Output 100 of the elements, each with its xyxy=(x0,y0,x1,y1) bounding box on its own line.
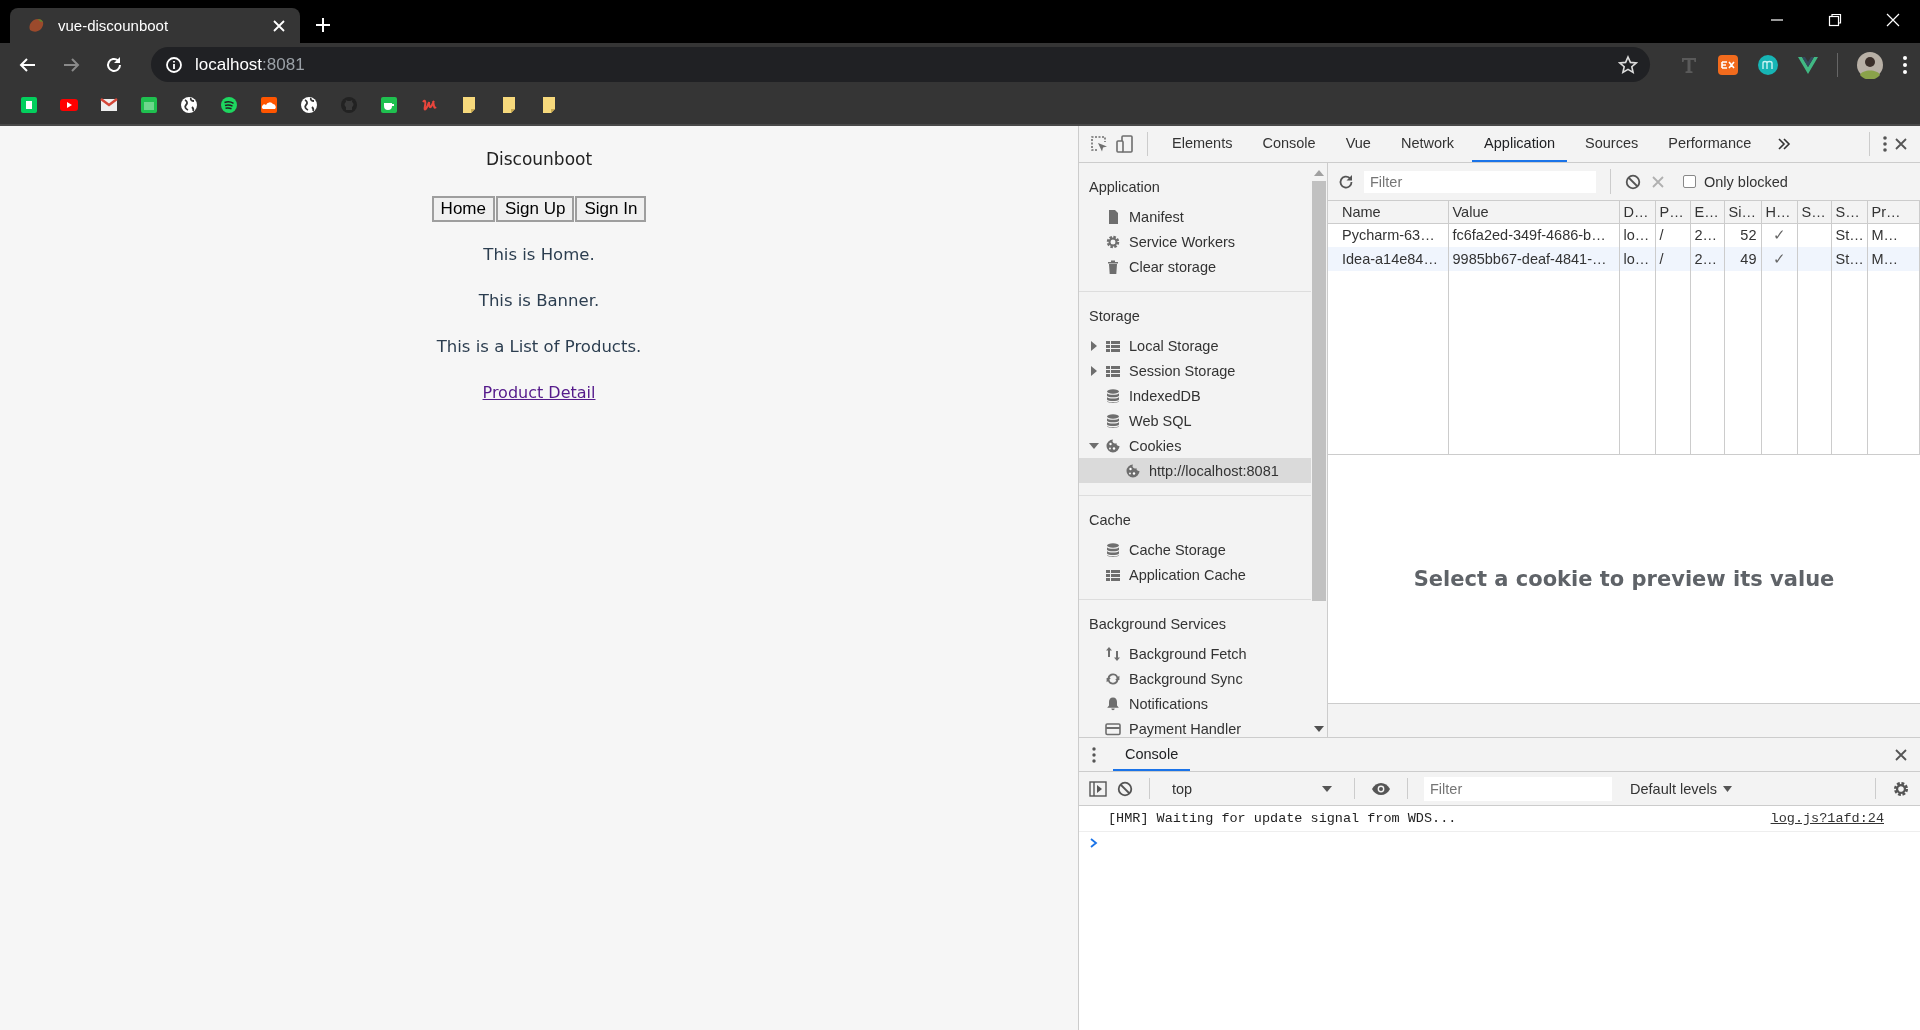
avatar-icon[interactable] xyxy=(1856,50,1884,79)
paragraph: This is Home. xyxy=(483,244,595,266)
more-options-icon[interactable] xyxy=(1091,745,1097,764)
table-cell: lo… xyxy=(1619,247,1655,271)
more-tabs-icon[interactable] xyxy=(1777,137,1792,151)
expand-arrow-icon[interactable] xyxy=(1089,340,1099,351)
devtools-tab[interactable]: Elements xyxy=(1160,126,1245,162)
sidebar-item[interactable]: http://localhost:8081 xyxy=(1079,458,1311,483)
restore-icon[interactable] xyxy=(1828,12,1842,27)
column-header[interactable]: S… xyxy=(1831,201,1867,223)
expand-arrow-icon[interactable] xyxy=(1089,365,1099,376)
paragraph: This is a List of Products. xyxy=(436,336,642,358)
sidebar-item[interactable]: Session Storage xyxy=(1079,358,1311,383)
sidebar-item[interactable]: IndexedDB xyxy=(1079,383,1311,408)
note-icon[interactable] xyxy=(500,96,518,114)
table-cell: 9985bb67-deaf-4841-… xyxy=(1448,247,1619,271)
gear-icon xyxy=(1105,233,1121,250)
sidebar-item[interactable]: Background Fetch xyxy=(1079,641,1311,666)
column-header[interactable]: P… xyxy=(1655,201,1690,223)
sidebar-item[interactable]: Service Workers xyxy=(1079,229,1311,254)
scroll-down-icon[interactable] xyxy=(1314,725,1324,733)
section-heading: Application xyxy=(1088,178,1161,197)
checkbox-label[interactable]: Only blocked xyxy=(1683,173,1788,190)
clear-console-icon[interactable] xyxy=(1117,780,1133,797)
link[interactable]: Product Detail xyxy=(482,383,596,402)
section-heading: Background Services xyxy=(1088,615,1227,634)
filter-field[interactable]: Filter xyxy=(1364,170,1596,193)
extension-badge-icon[interactable] xyxy=(1717,53,1739,76)
sidebar-item[interactable]: Payment Handler xyxy=(1079,716,1311,737)
nav-button[interactable]: Sign In xyxy=(575,196,647,222)
note-icon[interactable] xyxy=(460,96,478,114)
menu-icon[interactable] xyxy=(1902,54,1908,75)
sidebar-item[interactable]: Cookies xyxy=(1079,433,1311,458)
column-header[interactable]: H… xyxy=(1761,201,1797,223)
more-options-icon[interactable] xyxy=(1882,134,1888,154)
context-dropdown[interactable]: top xyxy=(1166,780,1338,797)
nav-button[interactable]: Sign Up xyxy=(495,196,575,222)
cloud-icon[interactable] xyxy=(260,96,278,114)
app-square-icon[interactable] xyxy=(20,96,38,114)
close-icon[interactable] xyxy=(1894,137,1908,151)
devtools-tab[interactable]: Performance xyxy=(1656,126,1764,162)
info-icon xyxy=(165,55,183,74)
table-cell: M… xyxy=(1867,247,1920,271)
cup-icon[interactable] xyxy=(380,96,398,114)
sidebar-toggle-icon[interactable] xyxy=(1089,780,1107,797)
sidebar-item[interactable]: Application Cache xyxy=(1079,562,1311,587)
devtools-tab[interactable]: Network xyxy=(1388,126,1467,162)
play-button-icon[interactable] xyxy=(60,96,78,114)
levels-dropdown[interactable]: Default levels xyxy=(1630,780,1733,797)
cookie-icon xyxy=(1125,462,1141,479)
log-message: [HMR] Waiting for update signal from WDS... xyxy=(1108,811,1457,826)
cookie-icon xyxy=(1105,437,1121,454)
column-header[interactable]: Pr… xyxy=(1867,201,1920,223)
sidebar-item[interactable]: Cache Storage xyxy=(1079,537,1311,562)
settings-icon[interactable] xyxy=(1892,779,1910,798)
column-header[interactable]: Si… xyxy=(1724,201,1761,223)
sidebar-item[interactable]: Manifest xyxy=(1079,204,1311,229)
table-cell: 2… xyxy=(1690,247,1724,271)
caret-icon xyxy=(1723,785,1733,792)
sidebar-item[interactable]: Clear storage xyxy=(1079,254,1311,279)
section-heading: Storage xyxy=(1088,307,1141,326)
checkbox[interactable] xyxy=(1683,175,1696,188)
nav-button[interactable]: Home xyxy=(431,196,495,222)
column-header[interactable]: E… xyxy=(1690,201,1724,223)
close-icon[interactable] xyxy=(1894,747,1908,762)
scrollbar-thumb[interactable] xyxy=(1312,181,1326,601)
tab-title: vue-discounboot xyxy=(58,17,170,34)
sidebar-item[interactable]: Notifications xyxy=(1079,691,1311,716)
note-icon[interactable] xyxy=(540,96,558,114)
devtools-tab[interactable]: Sources xyxy=(1573,126,1651,162)
devtools-tab[interactable]: Console xyxy=(1250,126,1328,162)
table-cell: / xyxy=(1655,247,1690,271)
device-icon[interactable] xyxy=(1115,134,1135,154)
inspect-icon[interactable] xyxy=(1089,134,1109,154)
sidebar-item[interactable]: Local Storage xyxy=(1079,333,1311,358)
sidebar-item[interactable]: Web SQL xyxy=(1079,408,1311,433)
new-tab-icon[interactable] xyxy=(314,16,332,34)
column-header[interactable]: D… xyxy=(1619,201,1655,223)
circle-extension-icon[interactable] xyxy=(1757,53,1779,76)
column-header[interactable]: Name xyxy=(1328,201,1448,223)
globe-icon[interactable] xyxy=(300,96,318,114)
envelope-icon[interactable] xyxy=(100,96,118,114)
globe-icon[interactable] xyxy=(180,96,198,114)
browser-tab[interactable]: vue-discounboot xyxy=(10,8,300,43)
collapse-arrow-icon[interactable] xyxy=(1089,440,1099,451)
url-text: localhost:8081 xyxy=(195,54,306,75)
table-cell: 49 xyxy=(1724,247,1761,271)
address-bar[interactable]: localhost:8081 xyxy=(151,47,1650,82)
refresh-icon[interactable] xyxy=(1338,173,1354,190)
eye-icon[interactable] xyxy=(1371,781,1391,796)
block-icon[interactable] xyxy=(1625,173,1641,190)
filter-field[interactable]: Filter xyxy=(1424,776,1612,801)
section-heading: Cache xyxy=(1088,511,1132,530)
column-header[interactable]: Value xyxy=(1448,201,1619,223)
source-link[interactable]: log.js?1afd:24 xyxy=(1770,811,1884,826)
devtools-tab[interactable]: Vue xyxy=(1333,126,1383,162)
sidebar-item[interactable]: Background Sync xyxy=(1079,666,1311,691)
star-icon[interactable] xyxy=(1618,54,1638,75)
stripes-circle-icon[interactable] xyxy=(220,96,238,114)
column-header[interactable]: S… xyxy=(1797,201,1831,223)
